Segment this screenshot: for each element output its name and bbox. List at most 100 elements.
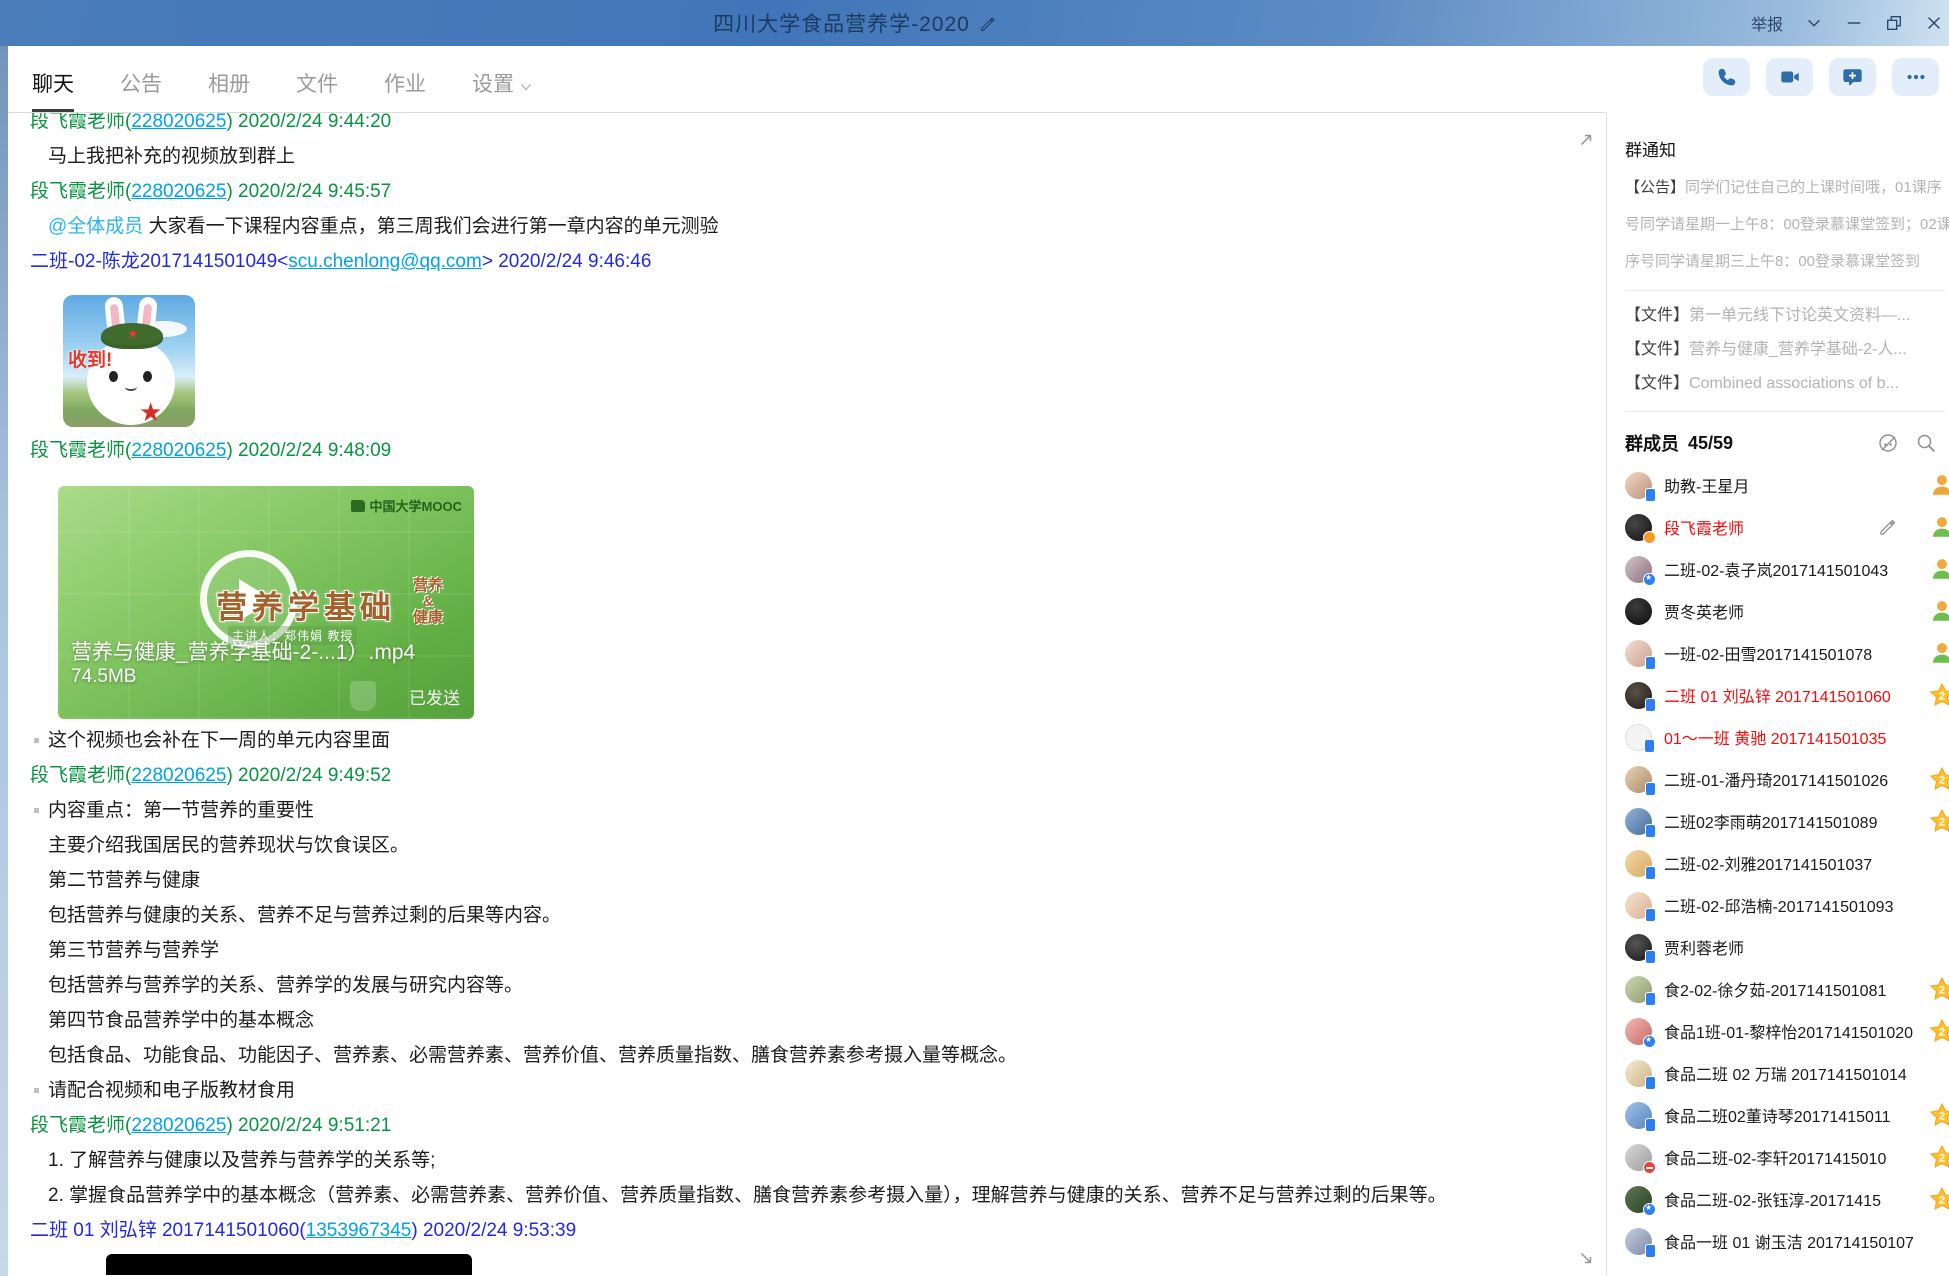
tab-settings[interactable]: 设置	[472, 68, 533, 112]
video-message-card[interactable]: 中国大学MOOC 营养学基础 营养 & 健康 主讲人：郑伟娟 教授 营养与健康_…	[58, 486, 474, 719]
svg-text:2: 2	[1939, 1026, 1945, 1038]
phone-call-button[interactable]	[1703, 58, 1750, 96]
message-header: 段飞霞老师(228020625) 2020/2/24 9:51:21	[30, 1108, 1605, 1143]
edit-pencil-icon[interactable]	[978, 14, 996, 32]
message-text: 包括营养与营养学的关系、营养学的发展与研究内容等。	[48, 968, 1605, 1003]
tab-announcements[interactable]: 公告	[120, 68, 162, 112]
member-row[interactable]: 食品二班-02-李轩20171415010 2	[1625, 1136, 1949, 1178]
member-row[interactable]: 贾冬英老师	[1625, 590, 1949, 632]
member-row[interactable]: 食2-02-徐夕茹-2017141501081 2	[1625, 968, 1949, 1010]
member-name: 食品1班-01-黎梓怡2017141501020	[1664, 1019, 1913, 1043]
member-row[interactable]: 食品二班-02-张钰淳-20171415 2	[1625, 1178, 1949, 1220]
member-name: 贾利蓉老师	[1664, 935, 1744, 959]
uin-link[interactable]: 228020625	[131, 1115, 226, 1136]
tab-chat[interactable]: 聊天	[32, 68, 74, 112]
svg-text:2: 2	[1939, 984, 1945, 996]
timestamp: 2020/2/24 9:45:57	[238, 181, 391, 202]
collapse-up-icon[interactable]	[1576, 130, 1596, 150]
timestamp: 2020/2/24 9:46:46	[498, 251, 651, 272]
message-header: 段飞霞老师(228020625) 2020/2/24 9:48:09	[30, 433, 1605, 468]
member-name: 二班-02-邱浩楠-2017141501093	[1664, 893, 1893, 917]
dropdown-chevron-icon[interactable]	[1805, 14, 1823, 32]
member-row[interactable]: 二班-02-袁子岚2017141501043	[1625, 548, 1949, 590]
sticker-image[interactable]: ★ 收到! ★	[63, 295, 195, 427]
report-button[interactable]: 举报	[1751, 11, 1783, 35]
level-star-icon: 2	[1929, 808, 1949, 834]
member-name: 助教-王星月	[1664, 473, 1749, 497]
tab-homework[interactable]: 作业	[384, 68, 426, 112]
announcement-text[interactable]: 【公告】同学们记住自己的上课时间哦，01课序号同学请星期一上午8：00登录慕课堂…	[1625, 169, 1949, 280]
message-text: 主要介绍我国居民的营养现状与饮食误区。	[48, 828, 1605, 863]
member-name: 二班02李雨萌2017141501089	[1664, 809, 1877, 833]
member-name: 贾冬英老师	[1664, 599, 1744, 623]
member-row[interactable]: 01～一班 黄驰 2017141501035	[1625, 716, 1949, 758]
mobile-badge-icon	[1644, 739, 1655, 753]
member-row[interactable]: 一班-02-田雪2017141501078	[1625, 632, 1949, 674]
window-frame-edge	[0, 46, 8, 1276]
uin-link[interactable]: 228020625	[131, 112, 226, 132]
member-row[interactable]: 食品二班 02 万瑞 2017141501014	[1625, 1052, 1949, 1094]
svg-text:2: 2	[1939, 1152, 1945, 1164]
title-wrap: 四川大学食品营养学-2020	[0, 0, 1709, 46]
mobile-badge-icon	[1645, 992, 1656, 1006]
collapse-down-icon[interactable]	[1576, 1248, 1596, 1268]
email-link[interactable]: scu.chenlong@qq.com	[288, 251, 482, 272]
member-row[interactable]: 食品一班 01 谢玉洁 201714150107	[1625, 1220, 1949, 1262]
window-controls: 举报	[1751, 0, 1943, 46]
member-row[interactable]: 贾利蓉老师	[1625, 926, 1949, 968]
sidebar: 群通知 【公告】同学们记住自己的上课时间哦，01课序号同学请星期一上午8：00登…	[1606, 112, 1949, 1276]
restore-icon[interactable]	[1885, 14, 1903, 32]
svg-text:2: 2	[1939, 1194, 1945, 1206]
call-actions	[1703, 58, 1939, 96]
edit-pencil-icon[interactable]	[1877, 516, 1897, 541]
tab-files[interactable]: 文件	[296, 68, 338, 112]
notice-file-item[interactable]: 【文件】第一单元线下讨论英文资料—...	[1625, 299, 1949, 333]
anonymous-icon[interactable]	[1877, 432, 1899, 454]
uin-link[interactable]: 228020625	[131, 440, 226, 461]
member-name: 食品二班 02 万瑞 2017141501014	[1664, 1061, 1907, 1085]
message-text: 2. 掌握食品营养学中的基本概念（营养素、必需营养素、营养价值、营养质量指数、膳…	[48, 1178, 1605, 1213]
more-actions-button[interactable]	[1892, 58, 1939, 96]
avatar	[1625, 1102, 1652, 1129]
add-app-button[interactable]	[1829, 58, 1876, 96]
member-row[interactable]: 段飞霞老师	[1625, 506, 1949, 548]
chat-message-panel[interactable]: 段飞霞老师(228020625) 2020/2/24 9:44:20 马上我把补…	[8, 112, 1605, 1276]
mention-all[interactable]: @全体成员	[48, 216, 143, 237]
member-row[interactable]: 二班-02-邱浩楠-2017141501093	[1625, 884, 1949, 926]
avatar	[1625, 1186, 1652, 1213]
video-call-button[interactable]	[1766, 58, 1813, 96]
search-icon[interactable]	[1915, 432, 1937, 454]
notice-file-item[interactable]: 【文件】Combined associations of b...	[1625, 367, 1949, 401]
uin-link[interactable]: 1353967345	[306, 1220, 412, 1241]
video-message-loading[interactable]	[106, 1254, 472, 1275]
tab-album[interactable]: 相册	[208, 68, 250, 112]
avatar	[1625, 1144, 1652, 1171]
member-row[interactable]: 助教-王星月	[1625, 464, 1949, 506]
notice-file-item[interactable]: 【文件】营养与健康_营养学基础-2-人...	[1625, 333, 1949, 367]
member-row[interactable]: 食品1班-01-黎梓怡2017141501020 2	[1625, 1010, 1949, 1052]
member-role-icon	[1929, 598, 1949, 624]
uin-link[interactable]: 228020625	[131, 765, 226, 786]
member-row[interactable]: 二班02李雨萌2017141501089 2	[1625, 800, 1949, 842]
member-role-icon	[1929, 472, 1949, 498]
minimize-icon[interactable]	[1845, 14, 1863, 32]
avatar	[1625, 724, 1652, 751]
red-star: ★	[139, 399, 162, 425]
avatar	[1625, 514, 1652, 541]
member-row[interactable]: 二班 01 刘弘锌 2017141501060 2	[1625, 674, 1949, 716]
message-text: 1. 了解营养与健康以及营养与营养学的关系等;	[48, 1143, 1605, 1178]
chevron-down-icon	[519, 76, 533, 90]
titlebar: 四川大学食品营养学-2020 举报	[0, 0, 1949, 46]
message-text: 第三节营养与营养学	[48, 933, 1605, 968]
member-row[interactable]: 二班-01-潘丹琦2017141501026 2	[1625, 758, 1949, 800]
uin-link[interactable]: 228020625	[131, 181, 226, 202]
message-header: 二班-02-陈龙2017141501049<scu.chenlong@qq.co…	[30, 244, 1605, 279]
members-header: 群成员 45/59	[1625, 430, 1949, 456]
member-row[interactable]: 二班-02-刘雅2017141501037	[1625, 842, 1949, 884]
avatar	[1625, 934, 1652, 961]
message-text: 请配合视频和电子版教材食用	[48, 1073, 1605, 1108]
member-row[interactable]: 食品二班02董诗琴20171415011 2	[1625, 1094, 1949, 1136]
svg-text:2: 2	[1939, 774, 1945, 786]
close-icon[interactable]	[1925, 14, 1943, 32]
svg-text:2: 2	[1939, 816, 1945, 828]
